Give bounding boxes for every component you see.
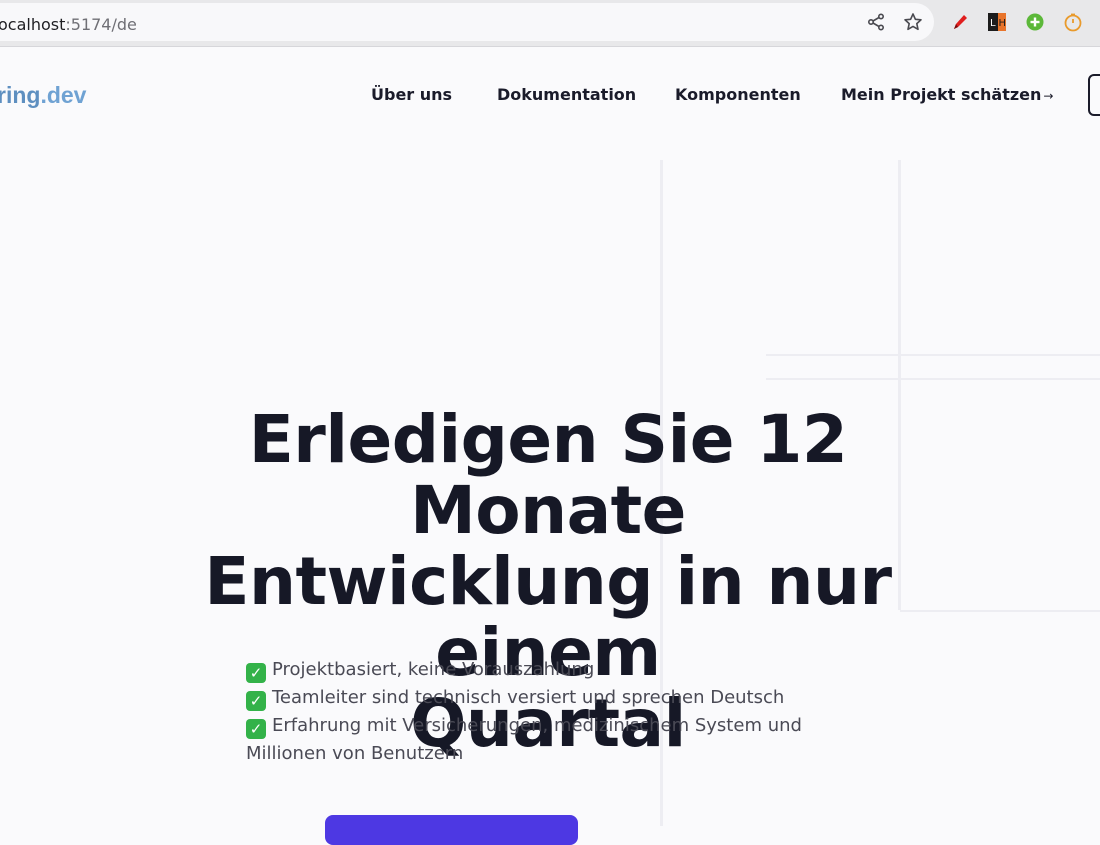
feature-text: Teamleiter sind technisch versiert und s… [272,687,785,708]
feature-text: Projektbasiert, keine Vorauszahlung [272,659,595,680]
browser-toolbar: ocalhost:5174/de L H [0,0,1100,47]
check-icon: ✓ [246,691,266,711]
feature-item: ✓ Projektbasiert, keine Vorauszahlung [246,656,806,684]
check-icon: ✓ [246,719,266,739]
decorative-line [766,354,1100,356]
nav-link-estimate[interactable]: Mein Projekt schätzen → [841,85,1053,104]
hero-title-line: Erledigen Sie 12 Monate [248,401,848,549]
timer-extension-icon[interactable] [1062,11,1084,33]
logo-text: ring [0,82,41,108]
url-text[interactable]: ocalhost:5174/de [0,15,137,34]
nav-link-components[interactable]: Komponenten [675,85,801,104]
logo-suffix: .dev [40,82,87,108]
url-path: :5174/de [65,15,137,34]
header-cta-button[interactable] [1088,74,1100,116]
decorative-line [766,378,1100,380]
add-extension-icon[interactable] [1024,11,1046,33]
svg-text:H: H [999,18,1007,29]
check-icon: ✓ [246,663,266,683]
url-host: ocalhost [0,15,66,34]
address-bar[interactable]: ocalhost:5174/de [0,3,934,41]
feature-text: Erfahrung mit Versicherungen, medizinisc… [246,715,802,764]
lighthouse-extension-icon[interactable]: L H [986,11,1008,33]
feature-item: ✓ Erfahrung mit Versicherungen, medizinis… [246,712,806,768]
pen-extension-icon[interactable] [949,11,971,33]
nav-link-about[interactable]: Über uns [371,85,452,104]
feature-list: ✓ Projektbasiert, keine Vorauszahlung ✓ Te… [246,656,806,768]
share-icon[interactable] [865,11,887,33]
site-logo[interactable]: ring.dev [0,82,86,109]
primary-cta-button[interactable] [325,815,578,845]
arrow-right-icon: → [1043,89,1054,103]
nav-link-docs[interactable]: Dokumentation [497,85,636,104]
feature-item: ✓ Teamleiter sind technisch versiert und … [246,684,806,712]
svg-text:L: L [990,18,996,29]
bookmark-star-icon[interactable] [902,11,924,33]
nav-estimate-label: Mein Projekt schätzen [841,85,1042,104]
